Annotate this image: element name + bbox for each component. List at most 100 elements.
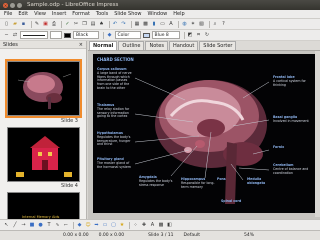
- diamond-icon: ◆: [77, 222, 82, 228]
- arrow-tool-button[interactable]: →: [20, 222, 27, 229]
- rotate-button[interactable]: ↻: [204, 32, 211, 39]
- zoom-button[interactable]: ⌕: [212, 21, 219, 28]
- line-style-button[interactable]: ─: [3, 32, 10, 39]
- open-button[interactable]: ▰: [12, 21, 19, 28]
- status-bar: 0.00 x 0.00 0.00 x 0.00 Slide 3 / 11 Def…: [0, 230, 320, 240]
- cut-button[interactable]: ✂: [73, 21, 80, 28]
- basic-shapes-button[interactable]: ◆: [76, 222, 83, 229]
- spellcheck-button[interactable]: ✓: [64, 21, 71, 28]
- minimize-window-button[interactable]: [10, 2, 15, 8]
- line-tool-button[interactable]: ╱: [12, 222, 19, 229]
- paintbrush-icon: ♠: [99, 21, 104, 27]
- annotation-thalamus: Thalamus The relay station for sensory in…: [97, 103, 135, 119]
- line-color-value: Black: [76, 32, 89, 38]
- ellipse-tool-button[interactable]: ●: [37, 222, 44, 229]
- stars-button[interactable]: ★: [119, 222, 126, 229]
- tab-slide-sorter[interactable]: Slide Sorter: [199, 41, 237, 50]
- close-window-button[interactable]: ×: [3, 2, 8, 8]
- undo-button[interactable]: ↶: [112, 21, 119, 28]
- block-arrows-button[interactable]: ➡: [93, 222, 100, 229]
- toolbar-separator: [183, 31, 185, 39]
- menu-file[interactable]: File: [4, 11, 12, 17]
- menu-window[interactable]: Window: [148, 11, 168, 17]
- fontwork-gallery-button[interactable]: A: [149, 222, 156, 229]
- menu-tools[interactable]: Tools: [96, 11, 108, 17]
- menu-view[interactable]: View: [34, 11, 46, 17]
- gallery-button[interactable]: ▧: [198, 21, 205, 28]
- points-button[interactable]: ⁘: [132, 222, 139, 229]
- help-button[interactable]: ?: [220, 21, 227, 28]
- new-document-button[interactable]: ▯: [3, 21, 10, 28]
- area-button[interactable]: ◆: [106, 32, 113, 39]
- printer-icon: ⎙: [51, 21, 56, 27]
- edit-file-button[interactable]: ✎: [34, 21, 41, 28]
- block-arrow-icon: ➡: [94, 222, 99, 228]
- paste-button[interactable]: ▤: [90, 21, 97, 28]
- crop-button[interactable]: ⌗: [195, 32, 202, 39]
- shadow-button[interactable]: ◩: [187, 32, 194, 39]
- slide-thumbnail-5[interactable]: Internal Memory Aids: [7, 192, 80, 222]
- from-file-button[interactable]: ▩: [158, 222, 165, 229]
- navigator-button[interactable]: ✶: [190, 21, 197, 28]
- copy-button[interactable]: ❐: [81, 21, 88, 28]
- text-tool-button[interactable]: T: [46, 222, 53, 229]
- line-color-select[interactable]: Black: [73, 31, 99, 39]
- slide-canvas[interactable]: CHARD SECTION Corpus callosum A large ban…: [93, 54, 315, 213]
- table-button[interactable]: ▦: [134, 21, 141, 28]
- redo-button[interactable]: ↷: [120, 21, 127, 28]
- fill-color-select[interactable]: Blue 8: [151, 31, 180, 39]
- vertical-scrollbar[interactable]: [315, 51, 320, 217]
- save-button[interactable]: ▪: [20, 21, 27, 28]
- annotation-pons: Pons: [217, 177, 226, 182]
- glue-points-button[interactable]: ✚: [141, 222, 148, 229]
- fontwork-button[interactable]: A: [168, 21, 175, 28]
- chart-button[interactable]: ▮: [151, 21, 158, 28]
- status-master: Default: [183, 233, 200, 238]
- fontwork-icon: A: [169, 21, 173, 27]
- status-zoom[interactable]: 54%: [244, 233, 254, 238]
- rectangle-icon: ■: [29, 222, 35, 228]
- arrow-style-button[interactable]: ⇄: [12, 32, 19, 39]
- house-thumbnail-image: [8, 128, 79, 181]
- tab-handout[interactable]: Handout: [168, 41, 199, 50]
- print-button[interactable]: ⎙: [51, 21, 58, 28]
- tab-outline[interactable]: Outline: [118, 41, 145, 50]
- menu-help[interactable]: Help: [173, 11, 184, 17]
- line-style-select[interactable]: [20, 31, 48, 39]
- connector-tool-button[interactable]: ⌐: [63, 222, 70, 229]
- toolbar-separator: [208, 20, 210, 28]
- clone-format-button[interactable]: ♠: [98, 21, 105, 28]
- slide-heading: CHARD SECTION: [97, 57, 134, 62]
- export-pdf-button[interactable]: ▣: [42, 21, 49, 28]
- crop-icon: ⌗: [197, 32, 200, 38]
- callouts-button[interactable]: ▢: [110, 222, 117, 229]
- symbol-shapes-button[interactable]: ☺: [85, 222, 92, 229]
- annotation-title: Pons: [217, 177, 226, 181]
- maximize-window-button[interactable]: [17, 2, 22, 8]
- fill-style-select[interactable]: Color: [114, 31, 141, 39]
- menu-slide-show[interactable]: Slide Show: [114, 11, 141, 17]
- tab-normal[interactable]: Normal: [89, 41, 118, 50]
- globe-icon: ◍: [182, 21, 187, 27]
- image-button[interactable]: ▩: [142, 21, 149, 28]
- select-tool-button[interactable]: ↖: [3, 222, 10, 229]
- status-size: 0.00 x 0.00: [98, 233, 125, 238]
- line-width-field[interactable]: [50, 31, 62, 39]
- hyperlink-button[interactable]: ◍: [181, 21, 188, 28]
- spellcheck-icon: ✓: [65, 21, 70, 27]
- menu-edit[interactable]: Edit: [18, 11, 28, 17]
- rectangle-tool-button[interactable]: ■: [29, 222, 36, 229]
- menu-insert[interactable]: Insert: [52, 11, 66, 17]
- curve-tool-button[interactable]: ∿: [54, 222, 61, 229]
- tab-notes[interactable]: Notes: [145, 41, 168, 50]
- annotation-spinal-cord: Spinal cord: [221, 199, 241, 204]
- movie-button[interactable]: ▭: [159, 21, 166, 28]
- slide-thumbnail-3[interactable]: [5, 59, 82, 118]
- flowchart-button[interactable]: ▭: [102, 222, 109, 229]
- extrusion-button[interactable]: ◧: [166, 222, 173, 229]
- callout-icon: ▢: [111, 222, 116, 228]
- slide-thumbnail-4[interactable]: [7, 127, 80, 182]
- close-pane-button[interactable]: ×: [79, 42, 83, 48]
- toolbar-separator: [108, 20, 110, 28]
- menu-format[interactable]: Format: [72, 11, 90, 17]
